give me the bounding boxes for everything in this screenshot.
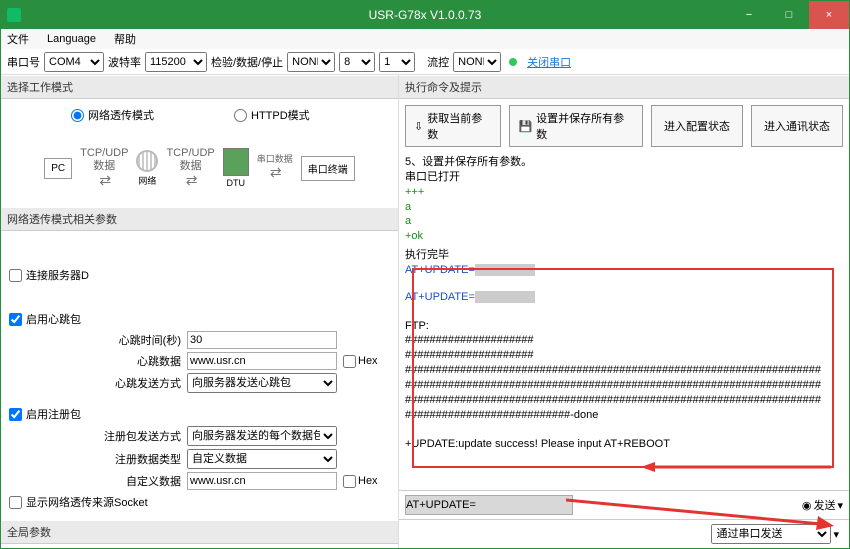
- flow-label: 流控: [427, 54, 449, 70]
- reg-custom-input[interactable]: [187, 472, 337, 490]
- menu-language[interactable]: Language: [47, 33, 96, 45]
- save-icon: 💾: [518, 120, 532, 133]
- chevron-down-icon: ▾: [837, 499, 843, 512]
- baud-select[interactable]: 115200: [145, 52, 207, 72]
- annotation-arrow-icon: [641, 460, 831, 474]
- flow-select[interactable]: NONE: [453, 52, 501, 72]
- section-exec: 执行命令及提示: [399, 75, 849, 99]
- app-logo: [7, 8, 21, 22]
- port-select[interactable]: COM4: [44, 52, 104, 72]
- btn-cfgmode[interactable]: 进入配置状态: [651, 105, 743, 147]
- reg-type-select[interactable]: 自定义数据: [187, 449, 337, 469]
- log-output: 5、设置并保存所有参数。 串口已打开 +++ a a +ok 执行完毕 AT+U…: [399, 153, 849, 490]
- reg-hex-chk[interactable]: [343, 475, 356, 488]
- btn-commmode[interactable]: 进入通讯状态: [751, 105, 843, 147]
- btn-getparams[interactable]: ⇩获取当前参数: [405, 105, 501, 147]
- download-icon: ⇩: [414, 120, 423, 133]
- section-global: 全局参数: [1, 520, 398, 544]
- maximize-button[interactable]: □: [769, 1, 809, 29]
- chk-serverD[interactable]: [9, 269, 22, 282]
- close-port-link[interactable]: 关闭串口: [527, 54, 571, 70]
- menu-help[interactable]: 帮助: [114, 31, 136, 47]
- reg-send-select[interactable]: 向服务器发送的每个数据包: [187, 426, 337, 446]
- databits-select[interactable]: 8: [339, 52, 375, 72]
- stopbits-select[interactable]: 1: [379, 52, 415, 72]
- annotation-arrow-icon: [566, 494, 836, 534]
- hb-hex-chk[interactable]: [343, 355, 356, 368]
- mode-httpd-radio[interactable]: HTTPD模式: [234, 107, 310, 123]
- hb-send-select[interactable]: 向服务器发送心跳包: [187, 373, 337, 393]
- btn-setparams[interactable]: 💾设置并保存所有参数: [509, 105, 643, 147]
- hb-time-input[interactable]: [187, 331, 337, 349]
- port-status-icon: [509, 58, 517, 66]
- section-workmode: 选择工作模式: [1, 75, 398, 99]
- mode-diagram: PC TCP/UDP数据⇄ 网络 TCP/UDP数据⇄ DTU 串口数据⇄ 串口…: [11, 129, 388, 207]
- close-button[interactable]: ×: [809, 1, 849, 29]
- chk-heartbeat[interactable]: [9, 313, 22, 326]
- hb-data-input[interactable]: [187, 352, 337, 370]
- mode-net-radio[interactable]: 网络透传模式: [71, 107, 154, 123]
- chk-showsocket[interactable]: [9, 496, 22, 509]
- parity-select[interactable]: NONE: [287, 52, 335, 72]
- parity-label: 检验/数据/停止: [211, 54, 283, 70]
- section-netparams: 网络透传模式相关参数: [1, 207, 398, 231]
- minimize-button[interactable]: −: [729, 1, 769, 29]
- menu-file[interactable]: 文件: [7, 31, 29, 47]
- send-input[interactable]: [405, 495, 573, 515]
- baud-label: 波特率: [108, 54, 141, 70]
- window-title: USR-G78x V1.0.0.73: [369, 8, 482, 22]
- chk-regpkt[interactable]: [9, 408, 22, 421]
- port-label: 串口号: [7, 54, 40, 70]
